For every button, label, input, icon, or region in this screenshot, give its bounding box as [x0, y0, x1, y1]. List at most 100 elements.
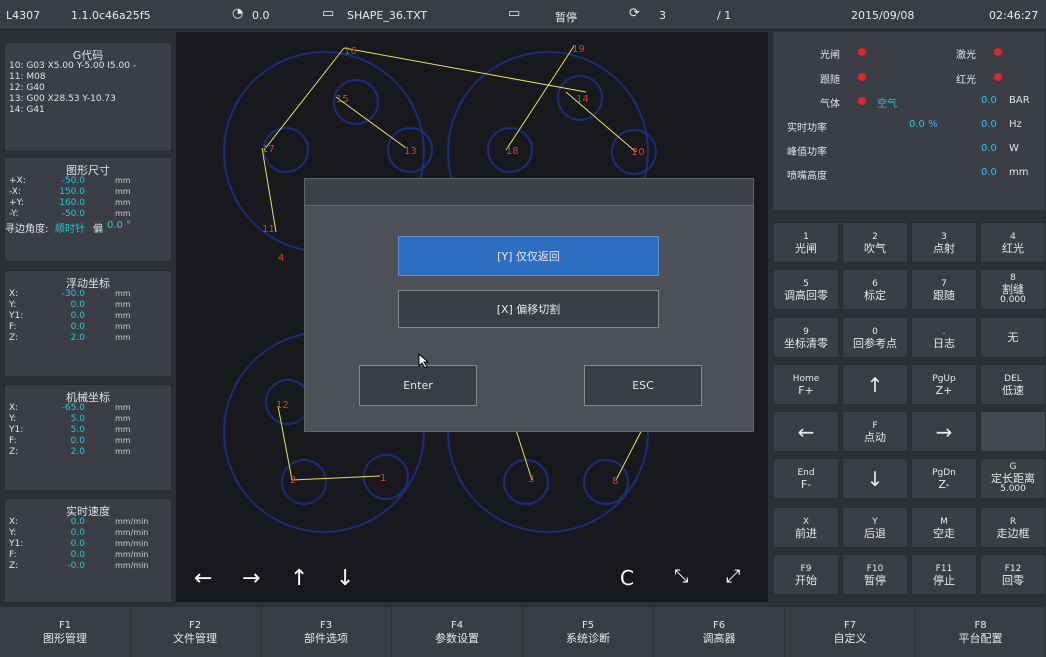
folder-icon: ▭ [322, 6, 335, 21]
key-18[interactable]: → [911, 411, 977, 452]
float-title: 浮动坐标 [66, 277, 110, 290]
nav-up-icon[interactable]: ↑ [290, 566, 308, 591]
gas-label: 气体 [820, 99, 840, 110]
key-10[interactable]: . 日志 [911, 317, 977, 358]
mech-row: X: -65.0 mm [9, 403, 131, 413]
fkey-f4[interactable]: F4 参数设置 [392, 607, 523, 657]
key-3[interactable]: 4 红光 [980, 222, 1046, 263]
key-9[interactable]: 0 回参考点 [842, 317, 908, 358]
gas-value: 0.0 [981, 95, 997, 106]
key-26[interactable]: M 空走 [911, 507, 977, 548]
gcode-line: 13: G00 X28.53 Y-10.73 [9, 94, 116, 104]
fkey-f7[interactable]: F7 自定义 [785, 607, 916, 657]
key-25[interactable]: Y 后退 [842, 507, 908, 548]
fkey-f6[interactable]: F6 调高器 [654, 607, 785, 657]
red-light-label: 红光 [956, 75, 976, 86]
key-19 [980, 411, 1046, 452]
zoom-out-icon[interactable]: ⤡ [674, 566, 688, 587]
key-30[interactable]: F11 停止 [911, 554, 977, 595]
key-20[interactable]: End F- [773, 458, 839, 499]
gcode-line: 12: G40 [9, 83, 45, 93]
laser-indicator [994, 48, 1002, 56]
key-22[interactable]: PgDn Z- [911, 458, 977, 499]
zoom-in-icon[interactable]: ⤢ [726, 566, 740, 587]
mm-unit: mm [1009, 167, 1029, 178]
mech-row: Y1: 5.0 mm [9, 425, 131, 435]
key-1[interactable]: 2 吹气 [842, 222, 908, 263]
key-15[interactable]: DEL 低速 [980, 364, 1046, 405]
gcode-line: 14: G41 [9, 105, 45, 115]
power-hz: 0.0 [981, 119, 997, 130]
hz-unit: Hz [1009, 119, 1022, 130]
fkey-f1[interactable]: F1 图形管理 [0, 607, 131, 657]
key-23[interactable]: G 定长距离 5.000 [980, 458, 1046, 499]
cycle-count: 3 [659, 9, 666, 22]
nozzle-label: 喷嘴高度 [787, 171, 827, 182]
part-label: 15 [336, 94, 349, 105]
time: 02:46:27 [989, 9, 1039, 22]
part-label: 19 [572, 44, 585, 55]
part-label: 2 [290, 475, 296, 486]
speed-value: 0.0 [252, 9, 270, 22]
key-27[interactable]: R 走边框 [980, 507, 1046, 548]
key-14[interactable]: PgUp Z+ [911, 364, 977, 405]
nozzle-value: 0.0 [981, 167, 997, 178]
part-label: 17 [262, 144, 275, 155]
key-11[interactable]: 无 [980, 317, 1046, 358]
monitor-icon: ▭ [508, 6, 521, 21]
power-label: 实时功率 [787, 123, 827, 134]
enter-button[interactable]: Enter [359, 365, 477, 406]
key-21[interactable]: ↓ [842, 458, 908, 499]
mech-row: Z: 2.0 mm [9, 447, 131, 457]
key-24[interactable]: X 前进 [773, 507, 839, 548]
float-row: Z: 2.0 mm [9, 333, 131, 343]
power-value: 0.0 % [909, 119, 938, 130]
fkey-f5[interactable]: F5 系统诊断 [523, 607, 654, 657]
key-7[interactable]: 8 割缝 0.000 [980, 269, 1046, 310]
return-only-button[interactable]: [Y] 仅仅返回 [398, 236, 659, 276]
fkey-f3[interactable]: F3 部件选项 [261, 607, 392, 657]
offset-cut-button[interactable]: [X] 偏移切割 [398, 290, 659, 328]
key-13[interactable]: ↑ [842, 364, 908, 405]
key-8[interactable]: 9 坐标清零 [773, 317, 839, 358]
gcode-line: 11: M08 [9, 72, 46, 82]
speedp-row: X: 0.0 mm/min [9, 517, 149, 527]
nav-left-icon[interactable]: ← [194, 566, 212, 591]
refresh-icon[interactable]: C [620, 566, 634, 590]
follow-label: 跟随 [820, 75, 840, 86]
fkey-f8[interactable]: F8 平台配置 [916, 607, 1046, 657]
key-12[interactable]: Home F+ [773, 364, 839, 405]
part-label: 16 [344, 46, 357, 57]
size-row: +X: -50.0 mm [9, 176, 131, 186]
part-label: 13 [404, 146, 417, 157]
float-row: X: -30.0 mm [9, 289, 131, 299]
key-4[interactable]: 5 调高回零 [773, 269, 839, 310]
key-16[interactable]: ← [773, 411, 839, 452]
nav-right-icon[interactable]: → [242, 566, 260, 591]
peak-value: 0.0 [981, 143, 997, 154]
part-label: 14 [576, 94, 589, 105]
key-0[interactable]: 1 光闸 [773, 222, 839, 263]
size-title: 图形尺寸 [66, 164, 110, 177]
key-2[interactable]: 3 点射 [911, 222, 977, 263]
key-28[interactable]: F9 开始 [773, 554, 839, 595]
gas-indicator [858, 97, 866, 105]
size-row: -Y: -50.0 mm [9, 209, 131, 219]
part-label: 18 [506, 146, 519, 157]
size-row: -X: 150.0 mm [9, 187, 131, 197]
esc-button[interactable]: ESC [584, 365, 702, 406]
fkey-f2[interactable]: F2 文件管理 [130, 607, 261, 657]
size-row: +Y: 160.0 mm [9, 198, 131, 208]
key-17[interactable]: F 点动 [842, 411, 908, 452]
key-5[interactable]: 6 标定 [842, 269, 908, 310]
gcode-panel: G代码 10: G03 X5.00 Y-5.00 I5.00 - 11: M08… [4, 42, 172, 152]
key-31[interactable]: F12 回零 [980, 554, 1046, 595]
key-6[interactable]: 7 跟随 [911, 269, 977, 310]
float-row: Y: 0.0 mm [9, 300, 131, 310]
date: 2015/09/08 [851, 9, 915, 22]
nav-down-icon[interactable]: ↓ [336, 566, 354, 591]
return-dialog: [Y] 仅仅返回 [X] 偏移切割 Enter ESC [304, 178, 754, 432]
air-label: 空气 [877, 99, 897, 110]
part-label: 8 [612, 476, 618, 487]
key-29[interactable]: F10 暂停 [842, 554, 908, 595]
